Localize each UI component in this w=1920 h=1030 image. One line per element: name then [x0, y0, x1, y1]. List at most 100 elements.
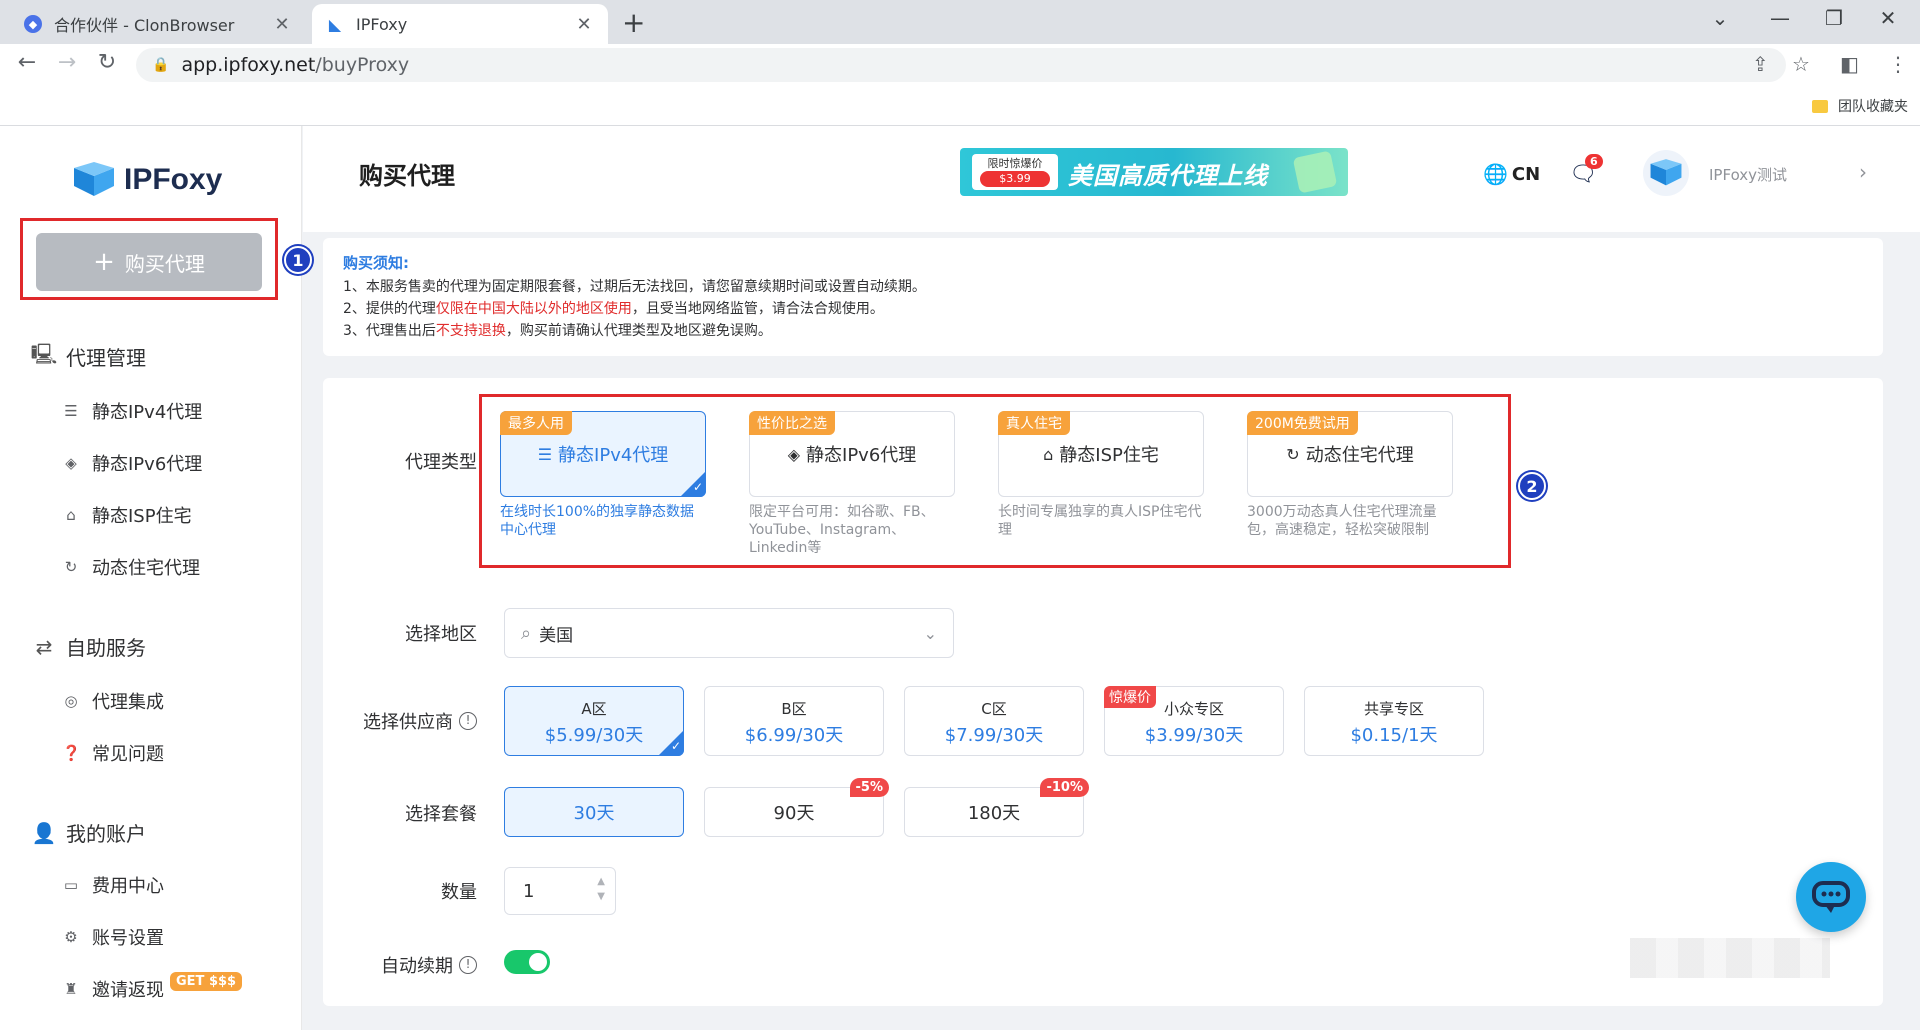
auto-renew-label: 自动续期! [315, 952, 477, 978]
user-name[interactable]: IPFoxy测试 [1709, 164, 1787, 185]
region-select[interactable]: ⌕ 美国 ⌄ [504, 608, 954, 658]
new-tab-icon[interactable]: + [622, 6, 645, 39]
gift-icon: ♜ [64, 980, 78, 998]
logo-text: IPFoxy [124, 163, 223, 196]
auto-renew-toggle[interactable] [504, 950, 550, 974]
bookmark-folder[interactable]: 团队收藏夹 [1812, 96, 1908, 116]
sidebar-item-proxy-integration[interactable]: ◎ 代理集成 [62, 688, 164, 714]
buy-proxy-label: 购买代理 [124, 251, 205, 276]
language-switch[interactable]: 🌐 CN [1483, 162, 1540, 186]
language-label: CN [1511, 163, 1541, 185]
type-desc: 3000万动态真人住宅代理流量包，高速稳定，轻松突破限制 [1247, 504, 1437, 538]
back-icon[interactable]: ← [12, 50, 42, 75]
fingerprint-icon: ◎ [64, 692, 78, 710]
stepper-arrows[interactable]: ▲ ▼ [597, 874, 605, 904]
logo[interactable]: IPFoxy [72, 162, 222, 198]
star-icon[interactable]: ☆ [1792, 52, 1810, 76]
purchase-notice: 购买须知: 1、本服务售卖的代理为固定期限套餐，过期后无法找回，请您留意续期时间… [323, 238, 1883, 356]
chat-button[interactable] [1796, 862, 1866, 932]
share-icon[interactable]: ⇪ [1752, 52, 1769, 76]
vendor-name: B区 [781, 700, 807, 718]
promo-banner[interactable]: 限时惊爆价 $3.99 美国高质代理上线 [960, 148, 1348, 196]
vendor-option-b[interactable]: B区 $6.99/30天 [704, 686, 884, 756]
notice-line-2: 2、提供的代理仅限在中国大陆以外的地区使用，且受当地网络监管，请合法合规使用。 [343, 301, 884, 317]
vendor-option-niche[interactable]: 惊爆价 小众专区 $3.99/30天 [1104, 686, 1284, 756]
sidebar-item-static-isp[interactable]: ⌂ 静态ISP住宅 [62, 502, 191, 528]
nav-group-self-service[interactable]: ⇄ 自助服务 [32, 632, 146, 661]
close-icon[interactable]: ✕ [574, 14, 594, 35]
top-header: 购买代理 限时惊爆价 $3.99 美国高质代理上线 🌐 CN 🗨 6 IPFox… [303, 126, 1920, 232]
buy-proxy-button[interactable]: + 购买代理 [36, 233, 262, 291]
page-title: 购买代理 [359, 162, 455, 190]
sidebar-item-billing[interactable]: ▭ 费用中心 [62, 872, 164, 898]
vendor-price: $3.99/30天 [1144, 725, 1244, 746]
callout-box-1: + 购买代理 [20, 218, 278, 300]
plan-label: 选择套餐 [405, 804, 477, 825]
notice-line-3: 3、代理售出后不支持退换，购买前请确认代理类型及地区避免误购。 [343, 323, 772, 339]
minimize-icon[interactable]: — [1760, 6, 1800, 30]
quantity-stepper[interactable]: 1 ▲ ▼ [504, 867, 616, 915]
type-name: 静态IPv6代理 [806, 445, 917, 466]
forward-icon[interactable]: → [52, 50, 82, 75]
vendor-option-shared[interactable]: 共享专区 $0.15/1天 [1304, 686, 1484, 756]
restore-icon[interactable]: ❐ [1814, 6, 1854, 30]
type-ribbon: 最多人用 [500, 411, 572, 435]
plan-option-180[interactable]: 180天 -10% [904, 778, 1089, 837]
proxy-type-option-ipv4[interactable]: 最多人用 ☰ 静态IPv4代理 ✓ 在线时长100%的独享静态数据中心代理 [500, 411, 706, 539]
chevron-right-icon[interactable]: › [1859, 160, 1867, 184]
vendor-option-c[interactable]: C区 $7.99/30天 [904, 686, 1084, 756]
sidebar-item-static-ipv6[interactable]: ◈ 静态IPv6代理 [62, 450, 202, 476]
banner-price-tag: 限时惊爆价 $3.99 [972, 154, 1058, 190]
plan-option-30[interactable]: 30天 [504, 787, 684, 837]
sidebar-item-referral[interactable]: ♜ 邀请返现 GET $$$ [62, 971, 243, 1002]
sidebar-item-label: 账号设置 [92, 928, 164, 949]
proxy-type-option-ipv6[interactable]: 性价比之选 ◈ 静态IPv6代理 限定平台可用：如谷歌、FB、YouTube、I… [749, 411, 955, 557]
reload-icon[interactable]: ↻ [92, 50, 122, 75]
proxy-type-option-dynamic[interactable]: 200M免费试用 ↻ 动态住宅代理 3000万动态真人住宅代理流量包，高速稳定，… [1247, 411, 1453, 539]
url-bar[interactable]: 🔒 app.ipfoxy.net/buyProxy [136, 48, 1786, 82]
ipfoxy-logo-icon [1650, 159, 1682, 186]
avatar[interactable] [1643, 150, 1689, 196]
bookmark-folder-label: 团队收藏夹 [1838, 99, 1908, 115]
plan-option-90[interactable]: 90天 -5% [704, 778, 889, 837]
sidebar-item-static-ipv4[interactable]: ☰ 静态IPv4代理 [62, 398, 202, 424]
banner-headline: 美国高质代理上线 [1068, 162, 1268, 190]
ipfoxy-favicon: ◣ [326, 15, 344, 34]
notice-title: 购买须知: [343, 254, 409, 272]
sidebar-item-label: 常见问题 [92, 744, 164, 765]
ipfoxy-logo-icon [74, 162, 114, 196]
type-name: 静态ISP住宅 [1059, 445, 1159, 466]
type-desc: 在线时长100%的独享静态数据中心代理 [500, 504, 695, 538]
help-icon[interactable]: ! [459, 712, 477, 730]
toggle-knob [529, 953, 547, 971]
sidebar-item-label: 动态住宅代理 [92, 558, 200, 579]
messages-button[interactable]: 🗨 6 [1569, 154, 1603, 187]
menu-dots-icon[interactable]: ⋮ [1888, 52, 1908, 76]
plan-name: 180天 [967, 803, 1021, 824]
close-icon[interactable]: ✕ [272, 14, 292, 35]
region-label: 选择地区 [405, 624, 477, 645]
refresh-icon: ↻ [1286, 444, 1300, 464]
quantity-label: 数量 [441, 882, 477, 903]
help-icon[interactable]: ! [459, 956, 477, 974]
proxy-type-option-isp[interactable]: 真人住宅 ⌂ 静态ISP住宅 长时间专属独享的真人ISP住宅代理 [998, 411, 1204, 539]
sidebar-item-label: 代理集成 [92, 692, 164, 713]
chevron-down-icon[interactable]: ⌄ [1700, 6, 1740, 30]
type-desc: 长时间专属独享的真人ISP住宅代理 [998, 504, 1202, 538]
sidebar-item-faq[interactable]: ❓ 常见问题 [62, 740, 164, 766]
vendor-name: 共享专区 [1363, 700, 1424, 718]
nav-group-proxy-management[interactable]: 🖳 代理管理 [31, 342, 146, 371]
sidebar-item-account-settings[interactable]: ⚙ 账号设置 [62, 924, 164, 950]
message-count-badge: 6 [1585, 154, 1603, 169]
browser-tabbar: ◆ 合作伙伴 - ClonBrowser ✕ ◣ IPFoxy ✕ + ⌄ — … [0, 0, 1920, 44]
vendor-option-a[interactable]: A区 $5.99/30天 ✓ [504, 686, 684, 756]
browser-tab-ipfoxy[interactable]: ◣ IPFoxy ✕ [312, 4, 608, 44]
browser-tab-clonbrowser[interactable]: ◆ 合作伙伴 - ClonBrowser ✕ [10, 4, 306, 44]
sidepanel-icon[interactable]: ◧ [1840, 52, 1859, 76]
window-close-icon[interactable]: ✕ [1868, 6, 1908, 30]
tab-title: IPFoxy [356, 14, 408, 34]
sync-icon: ⇄ [35, 634, 53, 659]
sidebar-item-dynamic-residential[interactable]: ↻ 动态住宅代理 [62, 554, 200, 580]
nav-group-label: 代理管理 [66, 346, 146, 370]
nav-group-my-account[interactable]: 👤 我的账户 [32, 818, 146, 847]
